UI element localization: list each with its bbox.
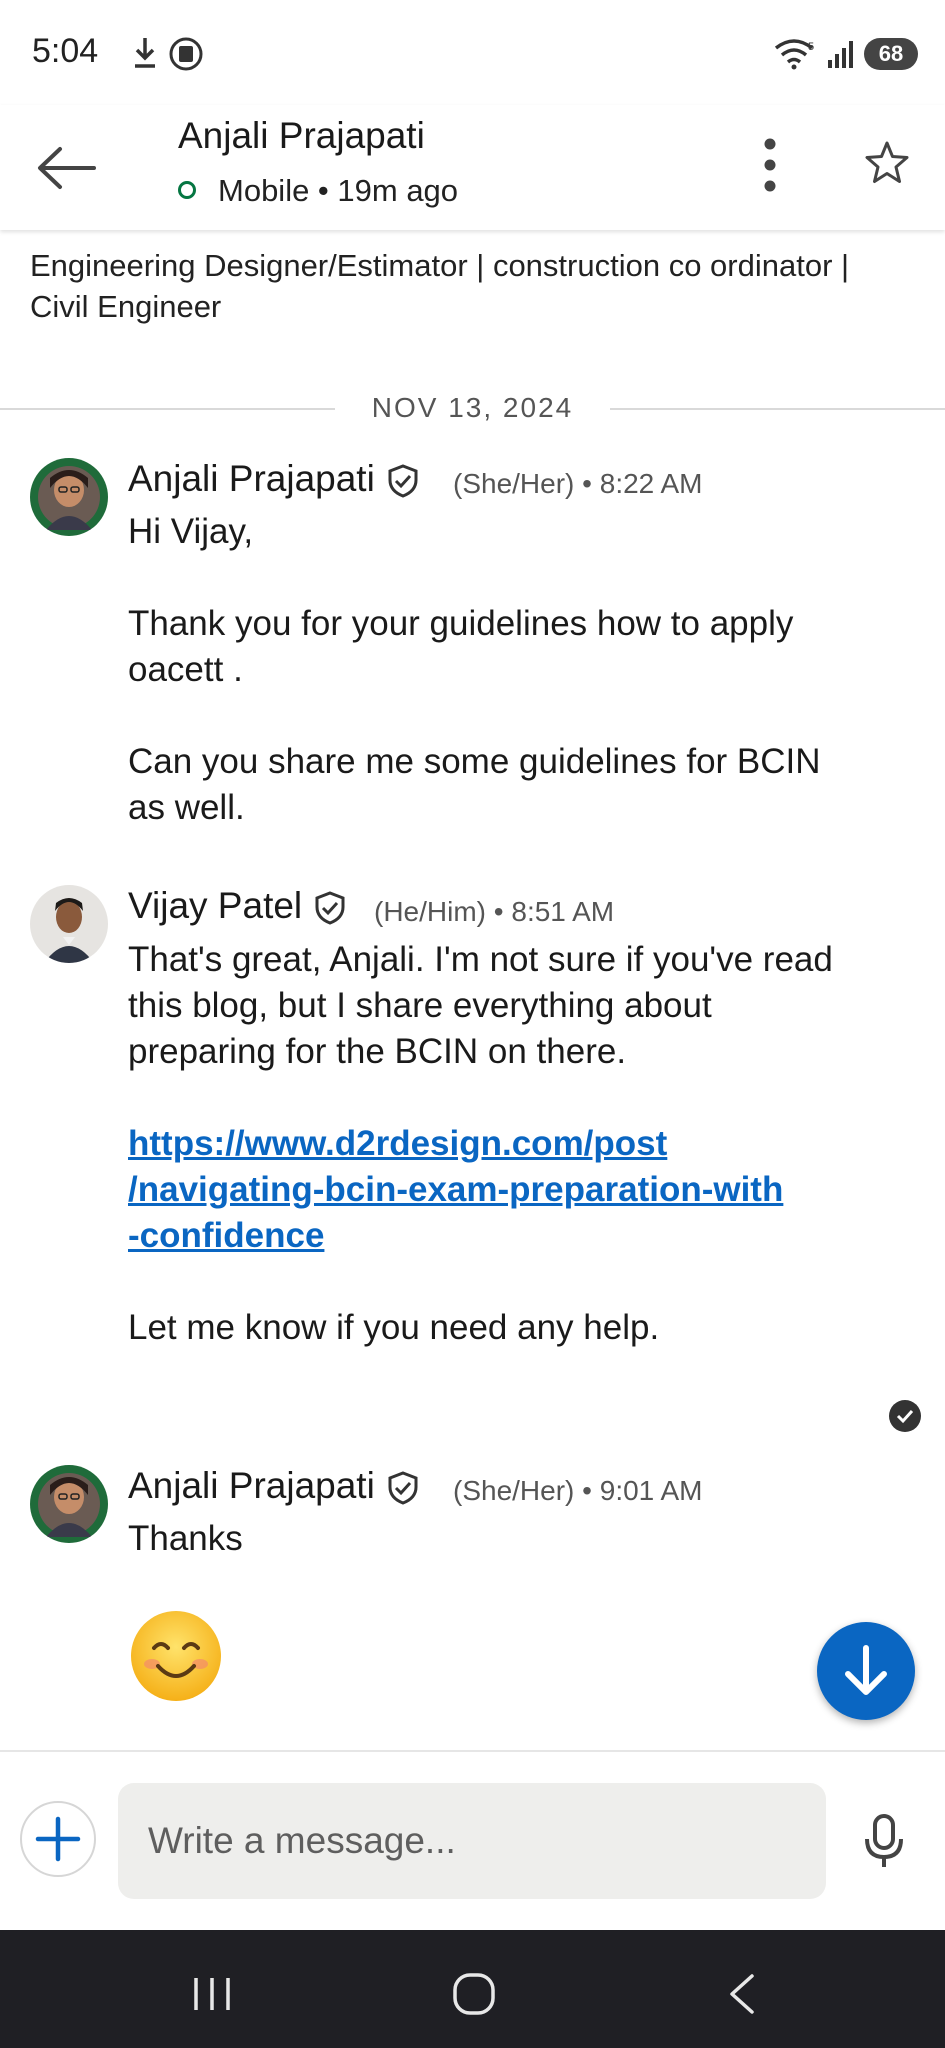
home-icon[interactable] [452, 1972, 496, 2016]
avatar[interactable] [30, 885, 108, 963]
star-icon[interactable] [862, 138, 912, 188]
link-line: -confidence [128, 1216, 325, 1255]
sender-pronouns: (He/Him) [374, 896, 486, 927]
message-time: 9:01 AM [599, 1475, 703, 1506]
arrow-down-icon [845, 1645, 887, 1695]
message-body: Thanks [128, 1516, 848, 1562]
badge-icon [169, 37, 203, 71]
verified-badge-icon [388, 1471, 418, 1505]
sender-pronouns: (She/Her) [453, 1475, 575, 1506]
signal-icon [828, 41, 853, 68]
presence-text: Mobile • 19m ago [218, 173, 459, 208]
composer-divider [0, 1750, 945, 1752]
profile-headline: Engineering Designer/Estimator | constru… [30, 248, 850, 324]
avatar-anjali-image [30, 1465, 108, 1543]
system-navigation-bar [0, 1930, 945, 2048]
meta-separator: • [493, 896, 512, 927]
link-line: /navigating-bcin-exam-preparation-with [128, 1170, 784, 1209]
message-meta: (He/Him) • 8:51 AM [374, 896, 614, 928]
date-divider: NOV 13, 2024 [0, 388, 945, 428]
back-arrow-icon[interactable] [28, 133, 108, 203]
message-sender-name[interactable]: Anjali Prajapati [128, 458, 421, 500]
verified-badge-icon [388, 464, 418, 498]
avatar[interactable] [30, 1465, 108, 1543]
smiling-face-icon [131, 1611, 221, 1701]
blog-link[interactable]: https://www.d2rdesign.com/post /navigati… [128, 1121, 848, 1259]
message-body: That's great, Anjali. I'm not sure if yo… [128, 937, 848, 1351]
read-receipt-icon [889, 1400, 921, 1432]
message-line: Thanks [128, 1519, 243, 1558]
status-bar: 5:04 5 68 [0, 0, 945, 105]
recent-apps-icon[interactable] [190, 1974, 234, 2014]
back-nav-icon[interactable] [724, 1972, 758, 2016]
battery-indicator: 68 [864, 38, 918, 70]
avatar-vijay-image [30, 885, 108, 963]
message-time: 8:22 AM [599, 468, 703, 499]
date-label: NOV 13, 2024 [351, 392, 594, 423]
status-time: 5:04 [32, 32, 99, 70]
contact-name[interactable]: Anjali Prajapati [178, 115, 425, 157]
verified-badge-icon [315, 891, 345, 925]
svg-text:5: 5 [808, 41, 814, 53]
message-line: That's great, Anjali. I'm not sure if yo… [128, 940, 833, 1071]
message-line: Let me know if you need any help. [128, 1308, 660, 1347]
more-options-icon[interactable] [745, 130, 795, 200]
wifi-icon: 5 [774, 39, 814, 70]
conversation-header: Anjali Prajapati Mobile • 19m ago [0, 105, 945, 230]
presence-status-icon [178, 181, 196, 199]
meta-separator: • [582, 1475, 600, 1506]
smiling-emoji: 😊 [128, 1608, 224, 1704]
plus-icon [35, 1816, 81, 1862]
link-line: https://www.d2rdesign.com/post [128, 1124, 668, 1163]
message-sender-name[interactable]: Vijay Patel [128, 885, 348, 927]
sender-name-text: Vijay Patel [128, 885, 303, 926]
sender-pronouns: (She/Her) [453, 468, 575, 499]
message-input[interactable] [118, 1783, 826, 1899]
message-line: Hi Vijay, [128, 512, 254, 551]
avatar[interactable] [30, 458, 108, 536]
message-body: Hi Vijay, Thank you for your guidelines … [128, 509, 848, 831]
message-line: Can you share me some guidelines for BCI… [128, 742, 821, 827]
scroll-to-bottom-button[interactable] [817, 1622, 915, 1720]
microphone-icon[interactable] [862, 1813, 906, 1869]
message-sender-name[interactable]: Anjali Prajapati [128, 1465, 421, 1507]
sender-name-text: Anjali Prajapati [128, 1465, 375, 1506]
add-attachment-button[interactable] [20, 1801, 96, 1877]
message-line: Thank you for your guidelines how to app… [128, 604, 794, 689]
message-meta: (She/Her) • 9:01 AM [453, 1475, 702, 1507]
meta-separator: • [582, 468, 600, 499]
message-meta: (She/Her) • 8:22 AM [453, 468, 702, 500]
download-icon [135, 38, 155, 68]
sender-name-text: Anjali Prajapati [128, 458, 375, 499]
avatar-anjali-image [30, 458, 108, 536]
message-time: 8:51 AM [511, 896, 615, 927]
